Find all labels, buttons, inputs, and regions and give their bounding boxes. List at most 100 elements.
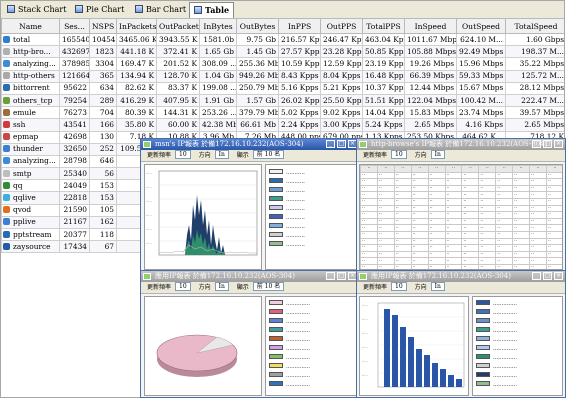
mini-table-row[interactable]: ·· ·· ·· ·· ·· ·· ·· ·· ·· ·· ·· ·· [360,211,562,219]
maximize-icon[interactable]: □ [337,272,346,280]
column-header[interactable]: TotalSpeed [505,18,564,34]
mini-table-header-row[interactable]: ·· ·· ·· ·· ·· ·· ·· ·· ·· ·· ·· ·· [360,165,562,173]
legend-item[interactable]: .............. [476,345,559,354]
table-row[interactable]: emule 76273 704 80.39 K 144.31 K 253.26 ... 37… [1,106,564,120]
mini-table-row[interactable]: ·· ·· ·· ·· ·· ·· ·· ·· ·· ·· ·· ·· [360,171,562,180]
table-row[interactable]: analyzing... 378985 3304 169.47 K 201.52 K 30… [1,57,564,71]
legend-item[interactable]: ........... [269,187,353,196]
refresh-select[interactable]: 10 [391,282,407,291]
msn-ip-report-window[interactable]: msn's IP報表 於備172.16.10.232(AOS-304) _ □ … [140,138,360,273]
refresh-select[interactable]: 10 [175,282,191,291]
legend-item[interactable]: .............. [476,363,559,372]
legend-item[interactable]: ........... [269,169,353,178]
close-icon[interactable]: × [554,140,563,148]
maximize-icon[interactable]: □ [543,140,552,148]
legend-item[interactable]: .............. [476,372,559,381]
display-select[interactable]: 前 10 名 [252,282,285,291]
mini-table-row[interactable]: ·· ·· ·· ·· ·· ·· ·· ·· ·· ·· ·· ·· [360,250,562,259]
mini-table-row[interactable]: ·· ·· ·· ·· ·· ·· ·· ·· ·· ·· ·· ·· [360,191,562,199]
tab-stack-chart[interactable]: Stack Chart [3,3,70,17]
window-title: 應用IP報表 於備172.16.10.232(AOS-304) [371,272,511,280]
column-header[interactable]: OutBytes [236,18,279,34]
legend-item[interactable]: ........... [269,214,353,223]
window-titlebar[interactable]: 應用IP報表 於備172.16.10.232(AOS-304) _ □ × [357,271,565,282]
column-header[interactable]: InPPS [278,18,321,34]
legend-item[interactable]: .............. [269,363,353,372]
mini-table-row[interactable]: ·· ·· ·· ·· ·· ·· ·· ·· ·· ·· ·· ·· [360,217,562,226]
direction-select[interactable]: In [430,282,445,291]
table-row[interactable]: total 1655404104543465.06 K3943.55 K1581.… [1,32,564,47]
legend-item[interactable]: .............. [476,309,559,318]
window-titlebar[interactable]: msn's IP報表 於備172.16.10.232(AOS-304) _ □ … [141,139,359,150]
legend-item[interactable]: .............. [269,372,353,381]
column-header[interactable]: InSpeed [404,18,457,34]
minimize-icon[interactable]: _ [326,272,335,280]
legend-item[interactable]: .............. [269,309,353,318]
legend-item[interactable]: .............. [269,381,353,390]
column-header[interactable]: Name [1,18,60,34]
minimize-icon[interactable]: _ [532,272,541,280]
cell-nsps: 704 [89,106,117,120]
column-header[interactable]: Ses... [59,18,90,34]
mini-table-row[interactable]: ·· ·· ·· ·· ·· ·· ·· ·· ·· ·· ·· ·· [360,230,562,239]
maximize-icon[interactable]: □ [337,140,346,148]
table-row[interactable]: ssh 43541 166 35.80 K 60.00 K 42.38 Mb 66.61 M… [1,118,564,132]
column-header[interactable]: InBytes [199,18,237,34]
column-header[interactable]: TotalPPS [362,18,405,34]
refresh-select[interactable]: 10 [175,150,191,159]
mini-table-row[interactable]: ·· ·· ·· ·· ·· ·· ·· ·· ·· ·· ·· ·· [360,224,562,232]
legend-item[interactable]: .............. [476,354,559,363]
http-browse-ip-report-window[interactable]: http-browse's IP報表 於備172.16.10.232(AOS-3… [356,138,566,273]
table-row[interactable]: http-bro... 432697 1823 441.18 K 372.41 K 1.6… [1,45,564,59]
legend-item[interactable]: ........... [269,178,353,187]
legend-item[interactable]: ........... [269,241,353,250]
legend-item[interactable]: .............. [269,336,353,345]
mini-table-row[interactable]: ·· ·· ·· ·· ·· ·· ·· ·· ·· ·· ·· ·· [360,178,562,186]
close-icon[interactable]: × [554,272,563,280]
display-select[interactable]: 前 10 名 [252,150,285,159]
direction-select[interactable]: In [214,150,229,159]
legend-item[interactable]: .............. [476,327,559,336]
window-titlebar[interactable]: http-browse's IP報表 於備172.16.10.232(AOS-3… [357,139,565,150]
column-header[interactable]: NSPS [89,18,117,34]
legend-item[interactable]: .............. [476,300,559,309]
column-header[interactable]: OutSpeed [456,18,506,34]
tab-pie-chart[interactable]: Pie Chart [71,3,128,17]
legend-item[interactable]: .............. [269,345,353,354]
minimize-icon[interactable]: _ [326,140,335,148]
legend-item[interactable]: .............. [269,354,353,363]
window-titlebar[interactable]: 應用IP報表 於備172.16.10.232(AOS-304) _ □ × [141,271,359,282]
legend-item[interactable]: .............. [269,300,353,309]
mini-table-row[interactable]: ·· ·· ·· ·· ·· ·· ·· ·· ·· ·· ·· ·· [360,257,562,265]
tab-bar-chart[interactable]: Bar Chart [131,3,190,17]
legend-item[interactable]: ........... [269,205,353,214]
legend-item[interactable]: .............. [476,336,559,345]
mini-table-row[interactable]: ·· ·· ·· ·· ·· ·· ·· ·· ·· ·· ·· ·· [360,204,562,213]
legend-item[interactable]: .............. [476,381,559,390]
table-row[interactable]: bittorrent 95622 634 82.62 K 83.37 K 199.08 .… [1,81,564,95]
mini-table-row[interactable]: ·· ·· ·· ·· ·· ·· ·· ·· ·· ·· ·· ·· [360,197,562,206]
app-ip-report-pie-window[interactable]: 應用IP報表 於備172.16.10.232(AOS-304) _ □ × 更新… [140,270,360,398]
legend-item[interactable]: ........... [269,223,353,232]
table-row[interactable]: others_tcp 79254 289 416.29 K 407.95 K 1.91 G… [1,93,564,108]
column-header[interactable]: OutPackets [156,18,200,34]
column-header[interactable]: InPackets [116,18,157,34]
mini-cell: ·· [410,197,429,206]
mini-table-row[interactable]: ·· ·· ·· ·· ·· ·· ·· ·· ·· ·· ·· ·· [360,237,562,246]
maximize-icon[interactable]: □ [543,272,552,280]
minimize-icon[interactable]: _ [532,140,541,148]
legend-item[interactable]: ........... [269,196,353,205]
column-header[interactable]: OutPPS [320,18,363,34]
mini-table-row[interactable]: ·· ·· ·· ·· ·· ·· ·· ·· ·· ·· ·· ·· [360,184,562,193]
table-row[interactable]: http-others 121664 365 134.94 K 128.70 K 1.04… [1,69,564,83]
direction-select[interactable]: In [214,282,229,291]
app-ip-report-bar-window[interactable]: 應用IP報表 於備172.16.10.232(AOS-304) _ □ × 更新… [356,270,566,398]
refresh-select[interactable]: 10 [391,150,407,159]
legend-item[interactable]: ........... [269,232,353,241]
legend-item[interactable]: .............. [269,327,353,336]
direction-select[interactable]: In [430,150,445,159]
mini-table-row[interactable]: ·· ·· ·· ·· ·· ·· ·· ·· ·· ·· ·· ·· [360,244,562,252]
tab-table[interactable]: Table [189,2,235,19]
legend-item[interactable]: .............. [476,318,559,327]
legend-item[interactable]: .............. [269,318,353,327]
